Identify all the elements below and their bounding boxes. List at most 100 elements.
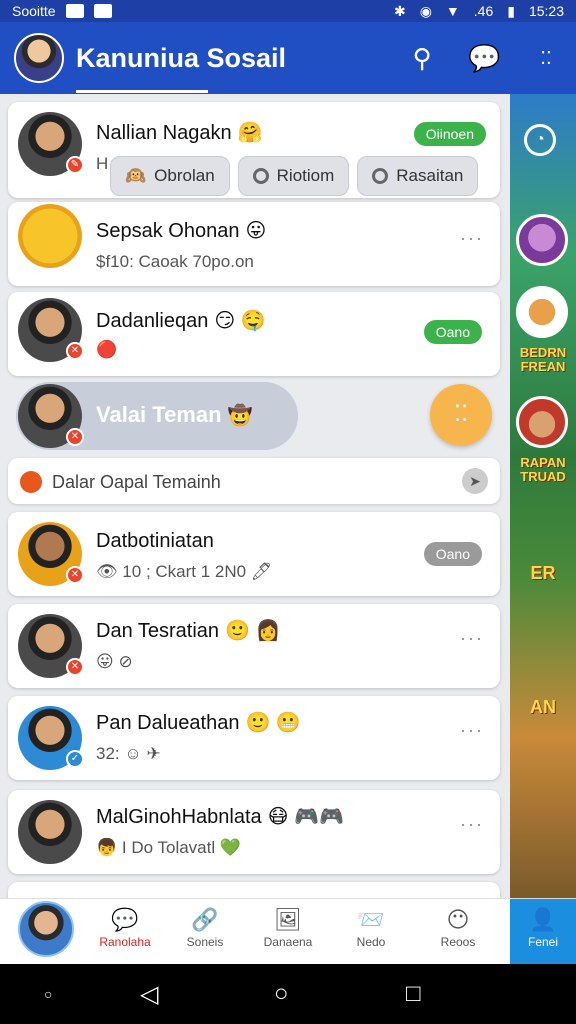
filter-chip-rasaitan[interactable]: Rasaitan xyxy=(357,156,479,196)
chat-preview: 😛 ⊘ xyxy=(96,652,133,671)
download-notification-icon xyxy=(93,4,112,18)
status-pill: Oano xyxy=(423,320,482,344)
chat-item[interactable]: ✕ Dadanlieqan 😏 🤤 🔴 Oano xyxy=(8,292,500,376)
filter-chip-obrolan[interactable]: 🙉 Obrolan xyxy=(110,156,230,196)
chat-name: Nallian Nagakn 🤗 xyxy=(96,122,263,144)
character-avatar-3[interactable] xyxy=(516,396,568,448)
nav-item-ranolaha[interactable]: 💬 Ranolaha xyxy=(86,899,164,965)
chat-name: Datbotiniatan xyxy=(96,530,214,552)
status-pill: Oiinoen xyxy=(413,122,486,146)
avatar: ✓ xyxy=(18,706,84,770)
search-input[interactable]: Dalar Oapal Temainh xyxy=(52,472,221,493)
search-icon[interactable]: ⚲ xyxy=(406,43,438,74)
send-icon[interactable]: ➤ xyxy=(462,468,488,494)
home-icon[interactable]: ○ xyxy=(274,980,289,1008)
avatar: ✕ xyxy=(18,614,84,678)
badge-icon: ✓ xyxy=(66,750,84,768)
avatar: ✕ xyxy=(18,522,84,586)
more-options-icon[interactable]: ··· xyxy=(460,228,484,249)
chat-item[interactable]: MalGinohHabnlata 😷 🎮🎮 👦 I Do Tolavatl 💚 ·… xyxy=(8,790,500,874)
chat-bubble-icon[interactable]: 💬 xyxy=(468,43,500,74)
photo-icon: 🖼 xyxy=(274,907,302,932)
assistant-icon[interactable]: ○ xyxy=(44,986,52,1002)
more-options-icon[interactable]: ··· xyxy=(460,814,484,835)
side-label-2: RAPAN TRUAD xyxy=(520,455,566,484)
chat-preview: H xyxy=(96,154,109,173)
carrier-text: Sooitte xyxy=(12,3,56,19)
badge-icon: ✕ xyxy=(66,428,84,446)
bottom-nav: 💬 Ranolaha 🔗 Soneis 🖼 Danaena 📨 Nedo 😶 R… xyxy=(0,898,576,965)
emoji-icon: 🙉 xyxy=(125,166,147,185)
chat-list: ✎ Nallian Nagakn 🤗 H Oiinoen 🙉 Obrolan Rio… xyxy=(0,94,510,898)
avatar: ✎ xyxy=(18,112,84,176)
filter-chip-riotiom[interactable]: Riotiom xyxy=(237,156,350,196)
chat-preview: 👁 10 ; Ckart 1 2N0 🖊 xyxy=(96,562,273,581)
system-nav-bar: ○ ◁ ○ □ xyxy=(0,964,576,1024)
notification-icon: 📨 xyxy=(357,907,385,932)
character-avatar-2[interactable] xyxy=(516,286,568,338)
chat-preview: 32: ☺ ✈ xyxy=(96,744,161,763)
signal-text: .46 xyxy=(473,3,494,19)
search-bar[interactable]: Dalar Oapal Temainh ➤ xyxy=(8,458,500,504)
clock-text: 15:23 xyxy=(528,3,564,19)
avatar[interactable] xyxy=(18,901,74,957)
record-icon xyxy=(20,471,42,493)
character-avatar-1[interactable] xyxy=(516,214,568,266)
chat-name: Sepsak Ohonan 😛 xyxy=(96,220,267,242)
nav-item-nedo[interactable]: 📨 Nedo xyxy=(332,899,410,965)
badge-icon: ✕ xyxy=(66,342,84,360)
chat-heart-icon: 💬 xyxy=(111,907,139,932)
chat-item[interactable]: ✕ Dan Tesratian 🙂 👩 😛 ⊘ ··· xyxy=(8,604,500,688)
banner-label: Valai Teman 🤠 xyxy=(96,402,253,427)
chat-item[interactable] xyxy=(8,882,500,898)
chat-preview: 🔴 xyxy=(96,340,118,359)
dots-icon[interactable]: ⁚⁚ xyxy=(430,384,492,446)
avatar xyxy=(18,204,82,268)
back-icon[interactable]: ◁ xyxy=(140,980,158,1009)
circle-icon xyxy=(252,168,269,184)
app-title: Kanuniua Sosail xyxy=(76,42,287,73)
badge-icon: ✕ xyxy=(66,658,84,676)
chat-name: Pan Dalueathan 🙂 😬 xyxy=(96,712,301,734)
grid-icon[interactable]: ⁚⁚ xyxy=(530,48,562,69)
nav-item-fenei[interactable]: 👤 Fenei xyxy=(510,899,576,965)
friend-banner[interactable]: ✕ Valai Teman 🤠 xyxy=(16,382,298,450)
chat-preview: 👦 I Do Tolavatl 💚 xyxy=(96,838,242,857)
side-label-1: BEDRN FREAN xyxy=(519,345,567,374)
chat-name: Dan Tesratian 🙂 👩 xyxy=(96,620,281,642)
status-bar: Sooitte ✱ ◉ ▼ .46 ▮ 15:23 xyxy=(0,0,576,22)
wifi-icon: ▼ xyxy=(445,3,460,19)
badge-icon: ✎ xyxy=(66,156,84,174)
chat-item[interactable]: ✕ Datbotiniatan 👁 10 ; Ckart 1 2N0 🖊 Oan… xyxy=(8,512,500,596)
chat-item[interactable]: ✓ Pan Dalueathan 🙂 😬 32: ☺ ✈ ··· xyxy=(8,696,500,780)
nav-item-danaena[interactable]: 🖼 Danaena xyxy=(248,899,328,965)
nav-item-soneis[interactable]: 🔗 Soneis xyxy=(166,899,244,965)
chat-name: Dadanlieqan 😏 🤤 xyxy=(96,310,266,332)
nav-item-reoos[interactable]: 😶 Reoos xyxy=(414,899,502,965)
chat-preview: $f10: Caoak 70po.on xyxy=(96,252,254,271)
recents-icon[interactable]: □ xyxy=(406,980,421,1008)
side-panel: ◔ BEDRN FREAN RAPAN TRUAD ER AN xyxy=(510,94,576,898)
circle-icon xyxy=(372,168,389,184)
link-icon: 🔗 xyxy=(191,907,219,932)
avatar: ✕ xyxy=(18,384,84,448)
status-pill: Oano xyxy=(423,542,482,566)
side-label-3: ER xyxy=(530,563,556,583)
more-options-icon[interactable]: ··· xyxy=(460,628,484,649)
bluetooth-icon: ✱ xyxy=(393,2,406,19)
clock-icon[interactable]: ◔ xyxy=(524,124,556,156)
chat-item[interactable]: Sepsak Ohonan 😛 $f10: Caoak 70po.on ··· xyxy=(8,202,500,286)
chat-name: MalGinohHabnlata 😷 🎮🎮 xyxy=(96,806,344,828)
image-notification-icon xyxy=(65,4,84,18)
alarm-icon: ◉ xyxy=(419,2,432,19)
avatar: ✕ xyxy=(18,298,84,362)
title-underline xyxy=(76,90,208,93)
badge-icon: ✕ xyxy=(66,566,84,584)
more-options-icon[interactable]: ··· xyxy=(460,720,484,741)
user-icon: 👤 xyxy=(529,907,557,932)
app-bar: Kanuniua Sosail ⚲ 💬 ⁚⁚ xyxy=(0,22,576,94)
smile-icon: 😶 xyxy=(446,907,470,932)
avatar xyxy=(18,800,82,864)
profile-avatar[interactable] xyxy=(14,33,64,83)
battery-icon: ▮ xyxy=(507,2,515,19)
